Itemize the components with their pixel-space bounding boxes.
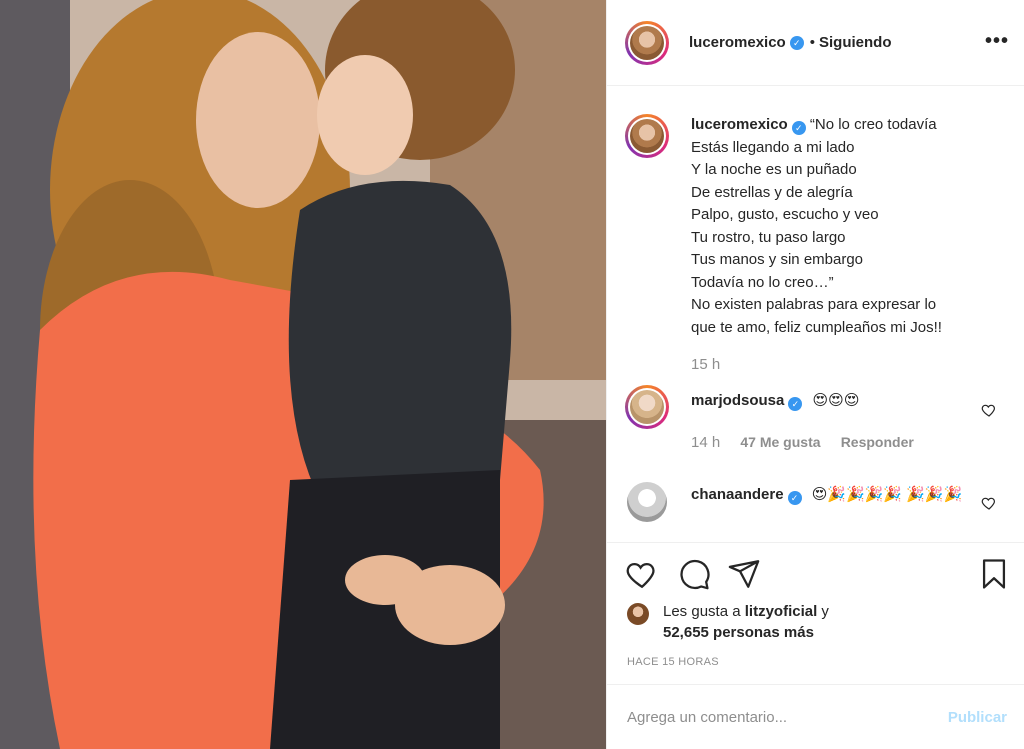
caption-time[interactable]: 15 h — [691, 354, 1011, 377]
separator-dot: • — [809, 34, 815, 51]
publish-button[interactable]: Publicar — [948, 709, 1007, 726]
more-options-icon[interactable]: ••• — [985, 30, 1009, 53]
comment-body: marjodsousa ✓ 😍😍😍 14 h 47 Me gusta Respon… — [691, 390, 1011, 454]
verified-badge-icon: ✓ — [788, 397, 803, 411]
comment-meta: 14 h 47 Me gusta Responder — [691, 431, 1011, 455]
bookmark-icon[interactable] — [977, 557, 1011, 591]
caption-username[interactable]: luceromexico — [691, 116, 788, 133]
verified-badge-icon: ✓ — [791, 121, 806, 135]
instagram-post: luceromexico ✓ • Siguiendo ••• luceromex… — [0, 0, 1024, 749]
photo-illustration — [0, 0, 606, 749]
comment-body: chanaandere ✓ 😍🎉🎉🎉🎉 🎉🎉🎉 — [691, 484, 1011, 507]
post-photo[interactable] — [0, 0, 606, 749]
comment-username[interactable]: chanaandere — [691, 486, 784, 503]
caption-line: “No lo creo todavía — [809, 116, 937, 133]
comments-section: luceromexico ✓ “No lo creo todavía Estás … — [607, 87, 1024, 542]
post-details-panel: luceromexico ✓ • Siguiendo ••• luceromex… — [606, 0, 1024, 749]
caption-line: Y la noche es un puñado — [691, 161, 857, 178]
comment-username[interactable]: marjodsousa — [691, 392, 784, 409]
author-username[interactable]: luceromexico — [689, 34, 786, 51]
post-timestamp[interactable]: HACE 15 HORAS — [627, 656, 719, 668]
caption-text: luceromexico ✓ “No lo creo todavía Estás … — [691, 114, 1011, 377]
comment-icon[interactable] — [677, 557, 711, 591]
add-comment-bar: Publicar — [607, 684, 1024, 749]
author-avatar[interactable] — [625, 20, 669, 65]
caption-line: Todavía no lo creo…” — [691, 273, 834, 291]
post-header: luceromexico ✓ • Siguiendo ••• — [607, 0, 1024, 86]
comment-text: 😍😍😍 — [812, 392, 860, 409]
heart-icon[interactable] — [625, 557, 659, 591]
liker-username[interactable]: litzyoficial — [745, 603, 818, 620]
comment-text: 😍🎉🎉🎉🎉 — [811, 486, 903, 503]
comment-input[interactable] — [627, 705, 927, 729]
following-button[interactable]: Siguiendo — [819, 34, 892, 51]
commenter-avatar[interactable] — [625, 480, 669, 524]
comment-time[interactable]: 14 h — [691, 434, 720, 451]
comment-likes[interactable]: 47 Me gusta — [740, 434, 820, 450]
likes-text: Les gusta a litzyoficial y 52,655 person… — [663, 601, 963, 643]
caption-avatar[interactable] — [625, 114, 669, 158]
verified-badge-icon: ✓ — [789, 35, 804, 50]
share-icon[interactable] — [727, 557, 761, 591]
liker-avatar[interactable] — [627, 603, 649, 625]
comment-text-continued: 🎉🎉🎉 — [906, 486, 963, 503]
caption-line: Palpo, gusto, escucho y veo — [691, 206, 879, 223]
comment-like-heart-icon[interactable] — [981, 495, 997, 511]
post-actions: Les gusta a litzyoficial y 52,655 person… — [607, 542, 1024, 682]
likes-prefix: Les gusta a — [663, 603, 745, 620]
likes-suffix: y — [817, 603, 829, 620]
caption-line: No existen palabras para expresar lo — [691, 296, 937, 313]
caption-line: Tu rostro, tu paso largo — [691, 228, 846, 246]
likes-count[interactable]: 52,655 personas más — [663, 622, 963, 643]
caption-line: que te amo, feliz cumpleaños mi Jos!! — [691, 318, 942, 336]
reply-button[interactable]: Responder — [841, 434, 914, 450]
comment-like-heart-icon[interactable] — [981, 402, 997, 418]
verified-badge-icon: ✓ — [787, 491, 802, 505]
caption-line: Estás llegando a mi lado — [691, 138, 855, 156]
caption-line: De estrellas y de alegría — [691, 183, 853, 201]
commenter-avatar[interactable] — [625, 385, 669, 429]
caption-line: Tus manos y sin embargo — [691, 251, 864, 268]
